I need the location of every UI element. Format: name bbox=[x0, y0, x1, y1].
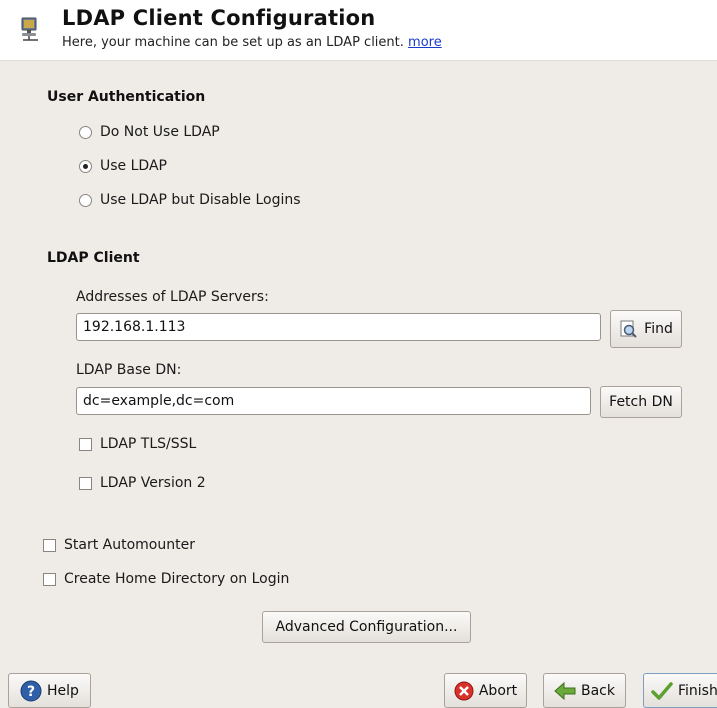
radio-indicator[interactable] bbox=[79, 125, 92, 139]
base-dn-label: LDAP Base DN: bbox=[76, 362, 182, 378]
radio-do-not-use-ldap[interactable]: Do Not Use LDAP bbox=[79, 124, 220, 140]
back-button-label: Back bbox=[581, 682, 615, 699]
radio-label: Use LDAP bbox=[100, 158, 167, 174]
checkmark-icon bbox=[651, 681, 673, 701]
more-link[interactable]: more bbox=[408, 35, 442, 50]
checkbox-box[interactable] bbox=[79, 476, 92, 490]
checkbox-start-automounter[interactable]: Start Automounter bbox=[43, 537, 195, 553]
radio-label: Do Not Use LDAP bbox=[100, 124, 220, 140]
fetch-dn-button[interactable]: Fetch DN bbox=[600, 386, 682, 418]
servers-label: Addresses of LDAP Servers: bbox=[76, 289, 269, 305]
help-button-label: Help bbox=[47, 682, 79, 699]
checkbox-create-home-directory[interactable]: Create Home Directory on Login bbox=[43, 571, 289, 587]
header-banner: LDAP Client Configuration Here, your mac… bbox=[0, 0, 717, 61]
checkbox-ldap-version-2[interactable]: LDAP Version 2 bbox=[79, 475, 206, 491]
radio-use-ldap-disable-logins[interactable]: Use LDAP but Disable Logins bbox=[79, 192, 301, 208]
svg-text:?: ? bbox=[27, 684, 35, 700]
servers-input[interactable]: 192.168.1.113 bbox=[76, 313, 601, 341]
subtitle-text: Here, your machine can be set up as an L… bbox=[62, 35, 404, 50]
checkbox-box[interactable] bbox=[79, 437, 92, 451]
abort-icon bbox=[454, 681, 474, 701]
help-icon: ? bbox=[20, 680, 42, 702]
user-auth-section-title: User Authentication bbox=[47, 89, 206, 105]
radio-use-ldap[interactable]: Use LDAP bbox=[79, 158, 167, 174]
computer-network-icon bbox=[21, 17, 38, 41]
help-button[interactable]: ? Help bbox=[8, 673, 91, 708]
checkbox-box[interactable] bbox=[43, 538, 56, 552]
checkbox-label: LDAP Version 2 bbox=[100, 475, 206, 491]
radio-indicator[interactable] bbox=[79, 159, 92, 173]
base-dn-input[interactable]: dc=example,dc=com bbox=[76, 387, 591, 415]
page-subtitle: Here, your machine can be set up as an L… bbox=[62, 35, 442, 50]
checkbox-label: LDAP TLS/SSL bbox=[100, 436, 197, 452]
radio-label: Use LDAP but Disable Logins bbox=[100, 192, 301, 208]
finish-button-label: Finish bbox=[678, 682, 717, 699]
checkbox-label: Create Home Directory on Login bbox=[64, 571, 290, 587]
checkbox-ldap-tls-ssl[interactable]: LDAP TLS/SSL bbox=[79, 436, 196, 452]
page-title: LDAP Client Configuration bbox=[62, 6, 376, 30]
abort-button-label: Abort bbox=[478, 682, 518, 699]
radio-indicator[interactable] bbox=[79, 193, 92, 207]
finish-button[interactable]: Finish bbox=[643, 673, 717, 708]
checkbox-box[interactable] bbox=[43, 572, 56, 586]
checkbox-label: Start Automounter bbox=[64, 537, 195, 553]
find-button[interactable]: Find bbox=[610, 310, 682, 348]
advanced-configuration-button[interactable]: Advanced Configuration... bbox=[262, 611, 471, 643]
back-arrow-icon bbox=[554, 681, 576, 700]
ldap-client-section-title: LDAP Client bbox=[47, 250, 140, 266]
abort-button[interactable]: Abort bbox=[444, 673, 527, 708]
back-button[interactable]: Back bbox=[543, 673, 626, 708]
magnifier-icon bbox=[619, 319, 639, 339]
find-button-label: Find bbox=[644, 321, 673, 337]
